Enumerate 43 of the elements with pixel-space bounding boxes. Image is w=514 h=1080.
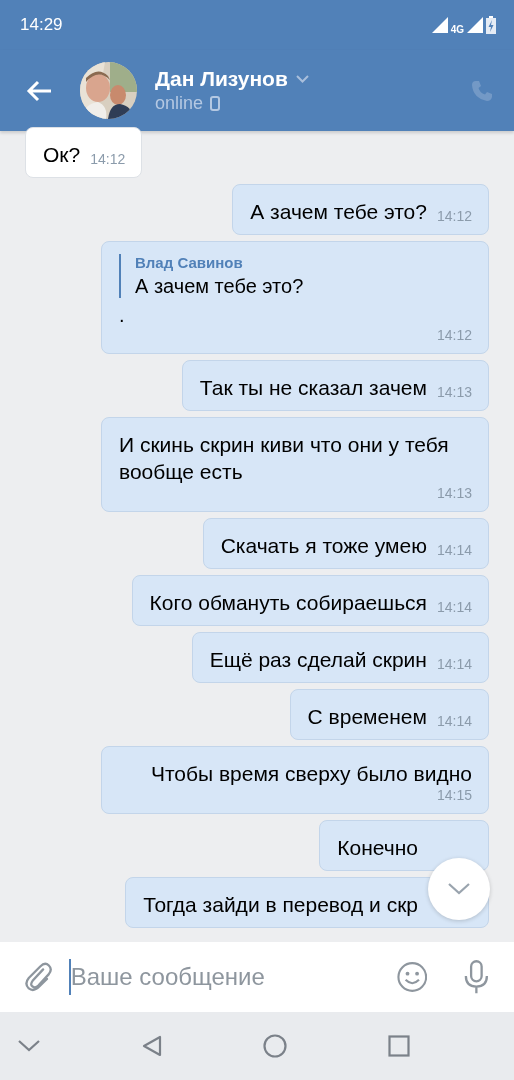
message-time: 14:12 <box>436 208 472 224</box>
contact-status: online <box>155 93 204 114</box>
quote-text: А зачем тебе это? <box>135 275 305 298</box>
microphone-icon[interactable] <box>463 959 490 995</box>
message-text: А зачем тебе это? <box>250 199 427 225</box>
message-time: 14:13 <box>436 485 472 501</box>
message-time: 14:12 <box>90 151 126 167</box>
message-text: Скачать я тоже умею <box>220 533 427 559</box>
message-text: Ок? <box>43 142 81 168</box>
home-icon[interactable] <box>263 1034 287 1058</box>
chevron-down-icon[interactable] <box>295 75 309 83</box>
smiley-icon[interactable] <box>396 961 428 993</box>
back-arrow-icon[interactable] <box>26 79 52 102</box>
back-icon[interactable] <box>142 1035 162 1057</box>
contact-name[interactable]: Дан Лизунов <box>155 67 288 91</box>
chevron-down-icon[interactable] <box>17 1039 41 1053</box>
signal-icon <box>431 17 448 33</box>
battery-charging-icon <box>486 16 496 34</box>
composer-bar[interactable]: Ваше сообщение <box>0 942 514 1012</box>
message-text: И скинь скрин киви что они у тебя вообще есть <box>119 432 450 485</box>
message-text: . <box>119 304 126 327</box>
recents-icon[interactable] <box>388 1035 410 1057</box>
message-time: 14:14 <box>436 713 472 729</box>
message-text: Тогда зайди в перевод и скр <box>143 892 418 918</box>
message-text: Кого обмануть собираешься <box>149 590 427 616</box>
status-time: 14:29 <box>20 15 63 35</box>
message-text: С временем <box>307 704 427 730</box>
paperclip-icon[interactable] <box>24 961 53 993</box>
message-time: 14:13 <box>436 384 472 400</box>
chevron-down-icon <box>448 883 470 895</box>
quote-author: Влад Савинов <box>135 254 244 271</box>
phone-device-icon <box>210 96 221 111</box>
message-time: 14:12 <box>436 327 472 343</box>
message-text: Конечно <box>337 835 418 861</box>
message-time: 14:14 <box>436 542 472 558</box>
message-time: 14:15 <box>436 787 472 803</box>
message-text: Так ты не сказал зачем <box>199 375 427 401</box>
message-time: 14:14 <box>436 599 472 615</box>
signal-icon <box>467 17 483 33</box>
message-text: Чтобы время сверху было видно <box>150 761 472 787</box>
message-text: Ещё раз сделай скрин <box>209 647 427 673</box>
network-type: 4G <box>450 23 464 35</box>
message-time: 14:14 <box>436 656 472 672</box>
